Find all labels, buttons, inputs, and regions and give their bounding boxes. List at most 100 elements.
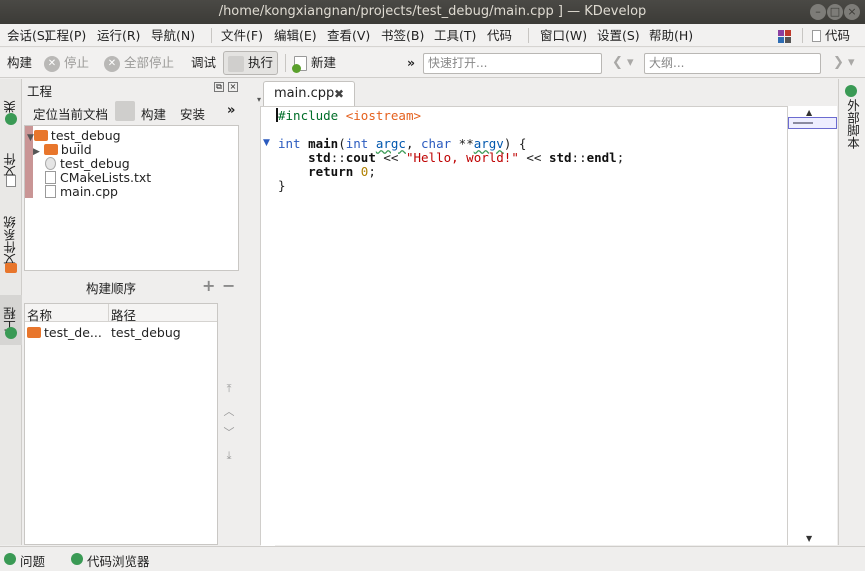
add-icon[interactable]: + <box>202 276 215 295</box>
right-dock-strip: 外部脚本 <box>838 79 865 545</box>
column-header-name[interactable]: 名称 <box>27 305 52 324</box>
bottom-dock-bar: 问题 代码浏览器 <box>0 546 865 571</box>
project-build-button[interactable]: 构建 <box>141 104 166 123</box>
row-name: test_de... <box>44 325 102 340</box>
tree-item-cmakelists[interactable]: CMakeLists.txt <box>45 170 151 185</box>
code-browser-icon <box>71 553 83 565</box>
project-install-button[interactable]: 安装 <box>180 104 205 123</box>
code-browser-tab[interactable]: 代码浏览器 <box>87 551 150 570</box>
menu-window[interactable]: 窗口(W) <box>540 24 587 47</box>
scroll-down-icon[interactable]: ▼ <box>806 534 812 543</box>
code-line-3: int main(int argc, char **argv) { <box>278 136 527 151</box>
scripts-icon <box>845 85 857 97</box>
code-area-tab[interactable]: 代码 <box>812 24 850 47</box>
build-gear-icon[interactable] <box>115 101 135 121</box>
area-switch-icon[interactable] <box>778 28 792 43</box>
menu-view[interactable]: 查看(V) <box>327 24 370 47</box>
minimap-viewport[interactable] <box>788 117 837 129</box>
build-order-title: 构建顺序 <box>86 281 137 296</box>
menu-edit[interactable]: 编辑(E) <box>274 24 317 47</box>
menu-project[interactable]: 工程(P) <box>44 24 86 47</box>
tab-external-scripts-label: 外部脚本 <box>845 99 860 149</box>
scroll-up-icon[interactable]: ▲ <box>806 108 812 117</box>
stop-icon: ✕ <box>44 55 60 72</box>
row-path: test_debug <box>111 325 181 340</box>
classes-icon <box>5 113 17 125</box>
menu-file[interactable]: 文件(F) <box>221 24 263 47</box>
folder-icon <box>43 144 58 155</box>
tab-filesystem-label: 文件系统 <box>3 216 18 266</box>
move-top-icon[interactable]: ⤒ <box>222 382 236 396</box>
tab-main-cpp[interactable]: main.cpp ✖ <box>263 81 355 107</box>
build-order-panel: 构建顺序 + − 名称 路径 test_de... test_debug ⤒ ︿… <box>23 272 245 545</box>
new-button[interactable]: 新建 <box>292 48 336 78</box>
filesystem-icon <box>5 263 17 273</box>
column-divider <box>108 304 109 322</box>
tree-item-root[interactable]: ▼ test_debug <box>27 128 121 143</box>
problems-icon <box>4 553 16 565</box>
menu-settings[interactable]: 设置(S) <box>597 24 640 47</box>
tree-item-build[interactable]: ▶ build <box>33 142 92 157</box>
menu-bookmarks[interactable]: 书签(B) <box>381 24 424 47</box>
menu-separator <box>802 28 803 43</box>
documents-icon <box>6 175 16 187</box>
close-panel-icon[interactable]: × <box>228 82 238 92</box>
code-line-6: } <box>278 178 286 193</box>
projects-icon <box>5 327 17 339</box>
folder-icon <box>33 130 48 141</box>
menu-code[interactable]: 代码 <box>487 24 512 47</box>
stop-button[interactable]: ✕ 停止 <box>44 48 89 78</box>
stop-all-label: 全部停止 <box>123 55 174 70</box>
build-order-table: 名称 路径 test_de... test_debug <box>24 303 218 545</box>
menu-separator <box>528 28 529 43</box>
float-panel-icon[interactable]: ⧉ <box>214 82 224 92</box>
stop-all-button[interactable]: ✕ 全部停止 <box>104 48 174 78</box>
problems-tab[interactable]: 问题 <box>20 551 45 570</box>
menu-run[interactable]: 运行(R) <box>97 24 140 47</box>
menu-tools[interactable]: 工具(T) <box>434 24 476 47</box>
move-down-icon[interactable]: ﹀ <box>222 426 236 440</box>
tree-item-target[interactable]: test_debug <box>45 156 130 171</box>
project-overflow-button[interactable]: » <box>227 103 235 118</box>
quick-open-input[interactable]: 快速打开... <box>423 53 602 74</box>
menu-navigate[interactable]: 导航(N) <box>151 24 195 47</box>
new-file-icon <box>292 56 307 73</box>
executable-icon <box>45 157 56 170</box>
move-up-icon[interactable]: ︿ <box>222 405 236 419</box>
project-panel-title: 工程 <box>27 84 53 99</box>
tab-external-scripts[interactable]: 外部脚本 <box>841 99 863 149</box>
code-editor[interactable]: ▼ #include <iostream> int main(int argc,… <box>260 106 787 546</box>
menu-bar: 会话(S) 工程(P) 运行(R) 导航(N) 文件(F) 编辑(E) 查看(V… <box>0 24 865 47</box>
maximize-icon[interactable]: □ <box>827 4 843 20</box>
minimap-line <box>793 122 813 124</box>
folder-icon <box>27 327 41 338</box>
build-button[interactable]: 构建 <box>7 48 32 78</box>
collapsed-arrow-icon: ▶ <box>33 147 40 157</box>
tree-item-main-cpp[interactable]: main.cpp <box>45 184 118 199</box>
close-window-icon[interactable]: × <box>844 4 860 20</box>
debug-button[interactable]: 调试 <box>191 48 216 78</box>
minimap-scrollbar[interactable]: ▲ ▼ <box>787 106 837 545</box>
outline-input[interactable]: 大纲... <box>644 53 821 74</box>
minimize-icon[interactable]: – <box>810 4 826 20</box>
remove-icon[interactable]: − <box>222 276 235 295</box>
tab-list-icon[interactable]: ▾ <box>257 95 261 104</box>
close-tab-icon[interactable]: ✖ <box>334 82 344 106</box>
menu-help[interactable]: 帮助(H) <box>649 24 693 47</box>
title-bar: /home/kongxiangnan/projects/test_debug/m… <box>0 0 865 24</box>
table-row[interactable]: test_de... test_debug <box>27 325 217 340</box>
main-toolbar: 构建 ✕ 停止 ✕ 全部停止 调试 执行 新建 » 快速打开... ❮ ▾ 大纲… <box>0 48 865 78</box>
tab-main-cpp-label: main.cpp <box>274 86 335 101</box>
fold-marker-icon[interactable]: ▼ <box>263 138 270 148</box>
back-nav-icon[interactable]: ❮ ▾ <box>612 48 634 78</box>
column-header-path[interactable]: 路径 <box>111 305 136 324</box>
move-bottom-icon[interactable]: ⤓ <box>222 449 236 463</box>
tab-classes-label: 类 <box>3 100 18 114</box>
execute-button[interactable]: 执行 <box>223 51 278 75</box>
menu-separator <box>211 28 212 43</box>
forward-nav-icon[interactable]: ❯ ▾ <box>833 48 855 78</box>
new-label: 新建 <box>310 55 336 70</box>
project-panel: 工程 ⧉ × 定位当前文档 构建 安装 » ▼ test_debug ▶ buil… <box>23 79 240 271</box>
locate-current-doc-button[interactable]: 定位当前文档 <box>33 104 108 123</box>
toolbar-overflow-button[interactable]: » <box>407 48 415 78</box>
